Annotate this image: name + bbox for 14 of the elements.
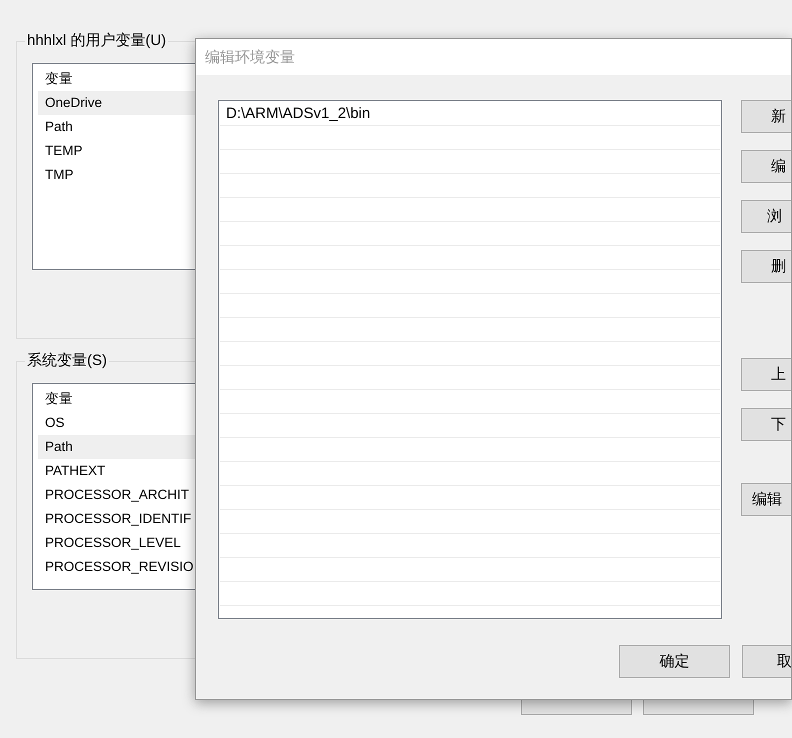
path-entry[interactable]: D:\ARM\ADSv1_2\bin: [220, 102, 720, 126]
side-button[interactable]: 编辑: [741, 483, 791, 516]
side-button[interactable]: 浏: [741, 200, 791, 233]
group-title: 系统变量(S): [25, 351, 109, 371]
column-header: 变量: [44, 70, 74, 88]
side-button[interactable]: 删: [741, 250, 791, 283]
column-header: 变量: [44, 390, 74, 408]
group-title: hhhlxl 的用户变量(U): [25, 31, 168, 51]
side-button[interactable]: 编: [741, 150, 791, 183]
window-title: 编辑环境变量: [205, 48, 295, 66]
side-button[interactable]: 上: [741, 358, 791, 391]
side-button[interactable]: 新: [741, 100, 791, 133]
side-button[interactable]: 下: [741, 408, 791, 441]
dialog-button[interactable]: 确定: [619, 645, 730, 678]
